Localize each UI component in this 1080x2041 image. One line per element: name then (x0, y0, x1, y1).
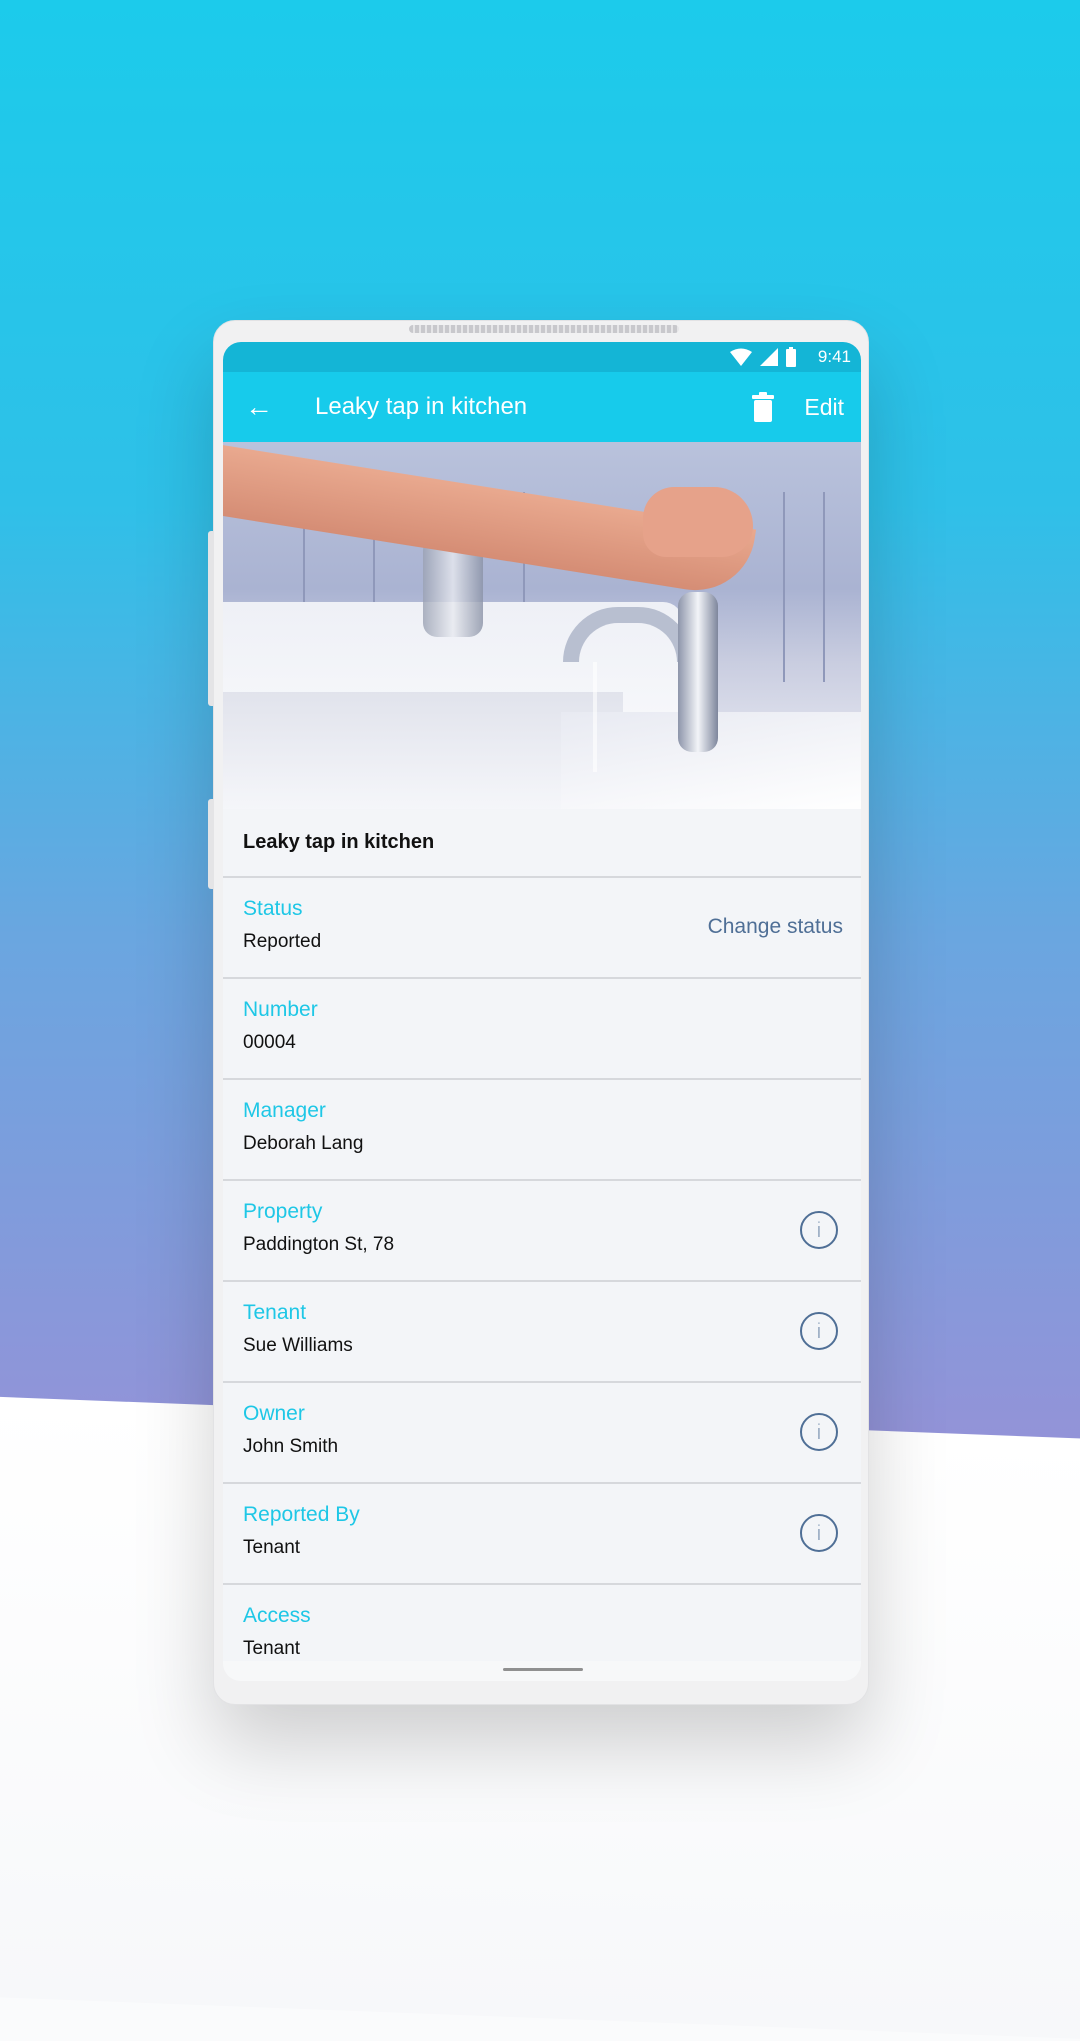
detail-row-property: Property Paddington St, 78 i (223, 1181, 861, 1282)
detail-row-number: Number 00004 (223, 979, 861, 1080)
back-arrow-icon[interactable]: ← (245, 391, 275, 423)
info-icon[interactable]: i (800, 1413, 838, 1451)
detail-row-status: Status Reported Change status (223, 878, 861, 979)
row-value: Sue Williams (243, 1335, 353, 1356)
row-value: Tenant (243, 1537, 301, 1558)
edit-button[interactable]: Edit (804, 394, 844, 421)
issue-heading: Leaky tap in kitchen (223, 809, 861, 878)
detail-row-manager: Manager Deborah Lang (223, 1080, 861, 1181)
page-title: Leaky tap in kitchen (315, 393, 528, 420)
change-status-button[interactable]: Change status (708, 915, 843, 939)
signal-icon (759, 348, 778, 366)
status-bar: 9:41 (223, 342, 861, 372)
battery-icon (785, 347, 796, 367)
volume-button (208, 531, 214, 706)
row-label: Owner (243, 1402, 305, 1425)
phone-frame: 9:41 ← Leaky tap in kitchen Edit Leaky t… (208, 320, 869, 1705)
info-icon[interactable]: i (800, 1211, 838, 1249)
screen: 9:41 ← Leaky tap in kitchen Edit Leaky t… (223, 342, 861, 1681)
clock: 9:41 (817, 347, 851, 366)
trash-icon[interactable] (752, 392, 775, 422)
detail-row-tenant: Tenant Sue Williams i (223, 1282, 861, 1383)
issue-photo (223, 442, 861, 809)
navigation-bar (223, 1661, 861, 1681)
row-value: Deborah Lang (243, 1133, 364, 1154)
row-value: John Smith (243, 1436, 339, 1457)
row-value: Tenant (243, 1638, 301, 1659)
row-label: Property (243, 1200, 323, 1223)
app-bar: ← Leaky tap in kitchen Edit (223, 372, 861, 442)
power-button (208, 799, 214, 889)
row-value: Paddington St, 78 (243, 1234, 395, 1255)
info-icon[interactable]: i (800, 1312, 838, 1350)
row-label: Number (243, 998, 318, 1021)
detail-row-reported-by: Reported By Tenant i (223, 1484, 861, 1585)
speaker-grille (409, 325, 679, 333)
row-label: Manager (243, 1099, 326, 1122)
row-label: Access (243, 1604, 311, 1627)
row-label: Tenant (243, 1301, 307, 1324)
home-handle[interactable] (503, 1668, 583, 1671)
info-icon[interactable]: i (800, 1514, 838, 1552)
wifi-icon (729, 348, 752, 366)
detail-row-owner: Owner John Smith i (223, 1383, 861, 1484)
row-label: Reported By (243, 1503, 360, 1526)
row-value: 00004 (243, 1032, 296, 1053)
